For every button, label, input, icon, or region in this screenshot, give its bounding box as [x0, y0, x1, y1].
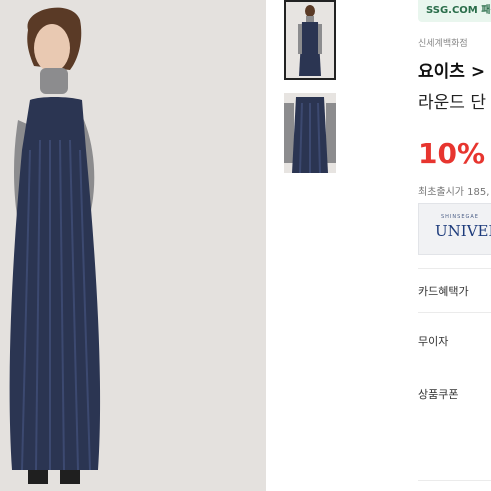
thumbnail-image-2[interactable]: [284, 93, 336, 173]
store-name[interactable]: 신세계백화점: [418, 36, 468, 49]
divider: [418, 268, 491, 269]
card-benefit-label[interactable]: 카드혜택가: [418, 283, 469, 299]
discount-rate: 10%: [418, 137, 486, 170]
product-name: 라운드 단: [418, 93, 486, 113]
brand-link[interactable]: 요이츠 >: [418, 57, 485, 82]
product-info-panel: SSG.COM 패션 신세계백화점 요이츠 > 라운드 단 10% 최초출시가 …: [418, 0, 491, 491]
divider: [418, 312, 491, 313]
launch-price-note: 최초출시가 185,: [418, 187, 490, 198]
product-coupon-label[interactable]: 상품쿠폰: [418, 386, 458, 402]
thumbnail-1-illustration: [286, 2, 334, 78]
thumbnail-2-illustration: [284, 93, 336, 173]
interest-free-label[interactable]: 무이자: [418, 333, 448, 349]
product-main-image: [0, 0, 266, 491]
logo-main-text: UNIVERSE: [435, 222, 491, 240]
model-illustration: [0, 0, 266, 491]
thumbnail-image-1[interactable]: [284, 0, 336, 80]
source-badge[interactable]: SSG.COM 패션: [418, 0, 491, 22]
divider: [418, 480, 491, 481]
partner-logo: SHINSEGAE UNIVERSE: [418, 203, 491, 255]
logo-small-text: SHINSEGAE: [441, 214, 479, 220]
